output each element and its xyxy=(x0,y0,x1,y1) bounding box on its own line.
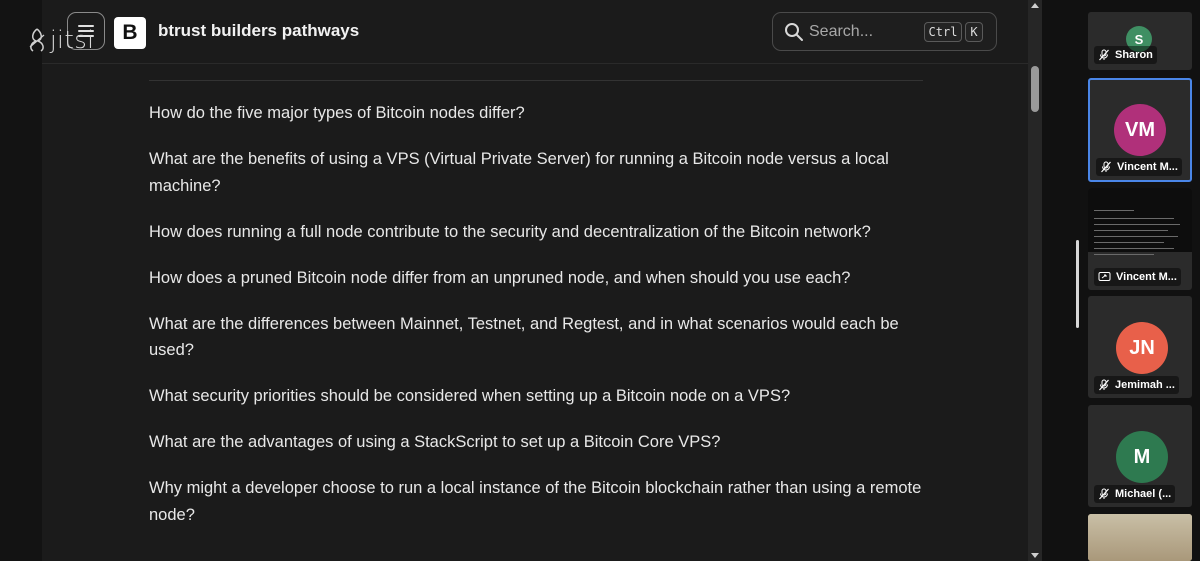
participant-name: Vincent M... xyxy=(1116,271,1177,283)
participant-tile[interactable]: JN Jemimah ... xyxy=(1088,296,1192,398)
screen-share-icon xyxy=(1098,272,1111,281)
list-item: What are the differences between Mainnet… xyxy=(149,314,899,360)
avatar: JN xyxy=(1116,322,1168,374)
participant-tile[interactable]: M Michael (... xyxy=(1088,405,1192,507)
shortcut-ctrl-key: Ctrl xyxy=(924,22,962,42)
search-box[interactable]: Search... Ctrl K xyxy=(772,12,997,51)
right-gutter xyxy=(1042,0,1086,561)
jitsi-wordmark: jitsi xyxy=(50,26,95,54)
mic-muted-icon xyxy=(1101,161,1111,173)
list-item: How do the five major types of Bitcoin n… xyxy=(149,104,525,122)
search-placeholder: Search... xyxy=(809,23,874,40)
list-item: What are the advantages of using a Stack… xyxy=(149,433,721,451)
avatar: VM xyxy=(1114,104,1166,156)
scroll-thumb[interactable] xyxy=(1031,66,1039,112)
shared-screen: B btrust builders pathways Search... Ctr… xyxy=(42,0,1042,561)
participants-filmstrip: S Sharon VM Vincent M... Vincent M... JN… xyxy=(1086,0,1200,561)
participant-name-bar: Jemimah ... xyxy=(1094,376,1179,394)
list-item: What are the benefits of using a VPS (Vi… xyxy=(149,150,889,195)
list-item: How does running a full node contribute … xyxy=(149,222,871,241)
site-header: B btrust builders pathways Search... Ctr… xyxy=(42,0,1028,64)
page-scrollbar[interactable] xyxy=(1028,0,1042,561)
site-title[interactable]: btrust builders pathways xyxy=(158,21,359,41)
participant-name-bar: Vincent M... xyxy=(1096,158,1182,176)
participant-name: Michael (... xyxy=(1115,488,1172,500)
jitsi-watermark: jitsi xyxy=(26,26,94,54)
participant-name-bar: Vincent M... xyxy=(1094,268,1181,286)
avatar: M xyxy=(1116,431,1168,483)
camera-video-feed xyxy=(1088,514,1192,561)
participant-name-bar: Sharon xyxy=(1094,46,1157,64)
scroll-down-arrow-icon[interactable] xyxy=(1031,553,1039,558)
participant-tile-screenshare[interactable]: Vincent M... xyxy=(1088,188,1192,290)
participant-name: Sharon xyxy=(1115,49,1153,61)
participant-name: Vincent M... xyxy=(1117,161,1178,173)
list-item: What security priorities should be consi… xyxy=(149,387,791,405)
filmstrip-scroll-indicator[interactable] xyxy=(1076,240,1079,328)
mic-muted-icon xyxy=(1099,488,1109,500)
site-logo[interactable]: B xyxy=(114,17,146,49)
screen-share-thumbnail xyxy=(1088,188,1192,255)
participant-video-tile[interactable] xyxy=(1088,514,1192,561)
participant-name-bar: Michael (... xyxy=(1094,485,1176,503)
content-divider xyxy=(149,80,923,81)
participant-tile[interactable]: S Sharon xyxy=(1088,12,1192,70)
search-icon xyxy=(785,23,803,41)
participant-tile-active[interactable]: VM Vincent M... xyxy=(1088,78,1192,182)
mic-muted-icon xyxy=(1099,49,1109,61)
jitsi-logo-icon xyxy=(29,28,45,52)
list-item: How does a pruned Bitcoin node differ fr… xyxy=(149,268,851,287)
participant-name: Jemimah ... xyxy=(1115,379,1175,391)
question-list: How do the five major types of Bitcoin n… xyxy=(149,100,939,548)
left-gutter xyxy=(0,0,42,561)
shortcut-k-key: K xyxy=(965,22,983,42)
scroll-up-arrow-icon[interactable] xyxy=(1031,3,1039,8)
mic-muted-icon xyxy=(1099,379,1109,391)
list-item: Why might a developer choose to run a lo… xyxy=(149,479,922,524)
